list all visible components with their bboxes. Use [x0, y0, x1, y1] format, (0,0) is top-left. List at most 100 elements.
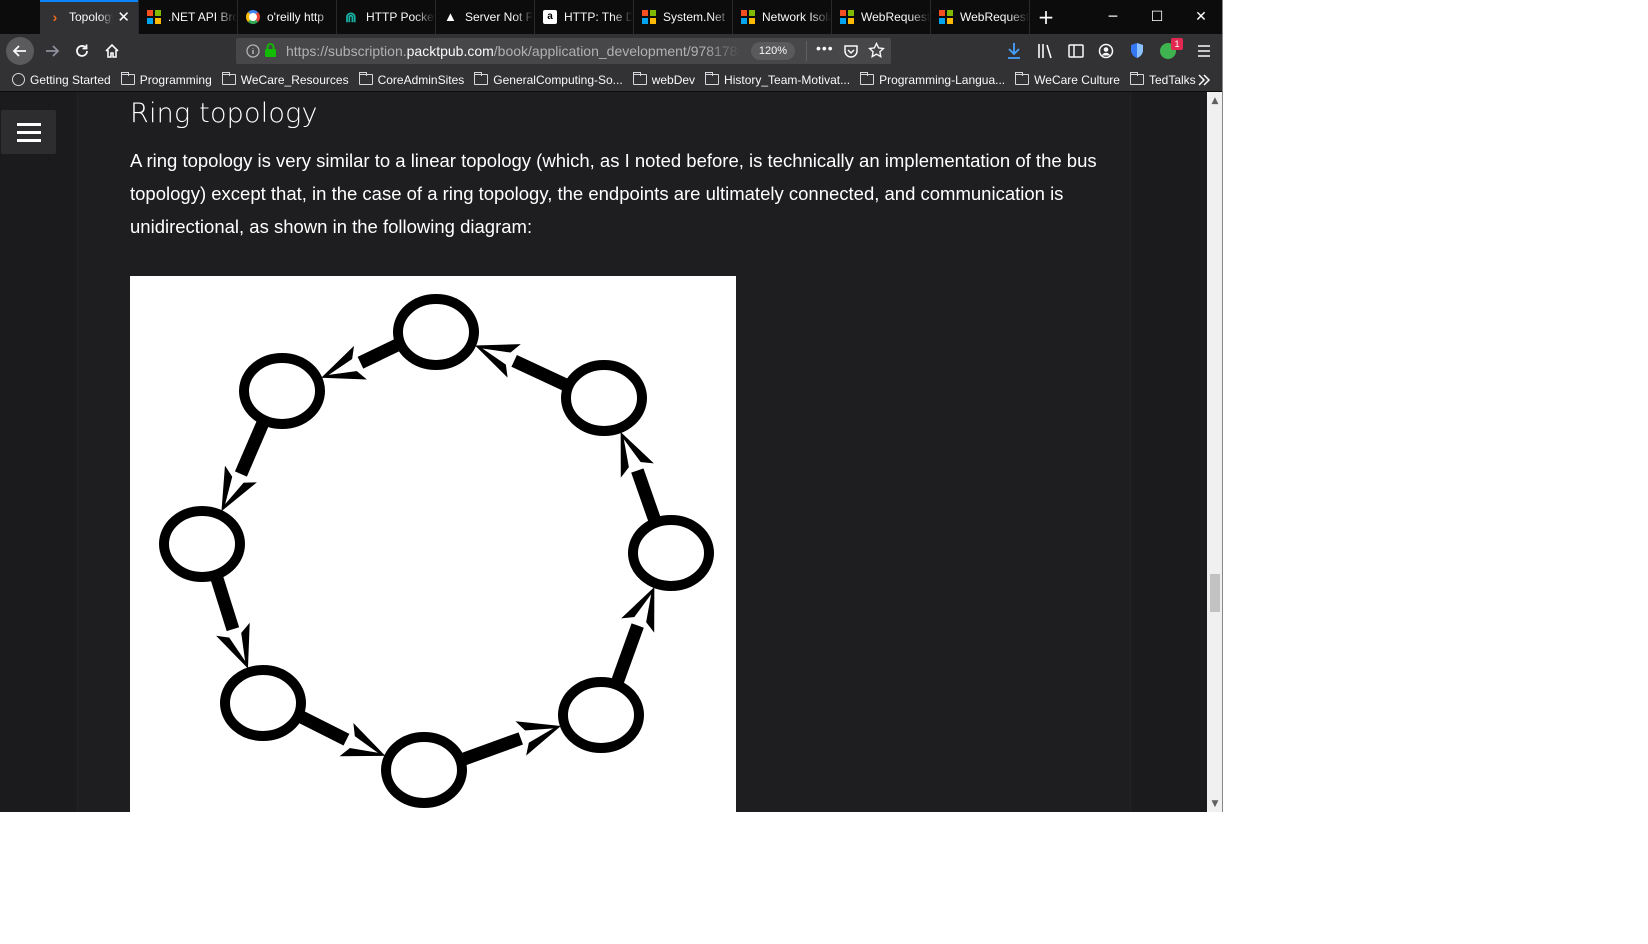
bookmark-folder-coreadminsites[interactable]: CoreAdminSites: [354, 68, 470, 92]
tab-oreilly-http[interactable]: o'reilly http: [238, 0, 337, 34]
ring-node: [393, 294, 479, 370]
sidebar-toggle-icon[interactable]: [1068, 43, 1084, 59]
ring-link-shaft: [511, 354, 568, 391]
close-window-button[interactable]: ✕: [1179, 0, 1222, 34]
tab-http-pocket[interactable]: ⋒ HTTP Pocket: [337, 0, 436, 34]
ring-node: [239, 353, 325, 429]
vertical-scrollbar[interactable]: ▲ ▼: [1207, 92, 1222, 812]
microsoft-icon: [642, 10, 656, 24]
bookmark-folder-tedtalks[interactable]: TedTalks: [1125, 68, 1201, 92]
download-icon[interactable]: [1006, 42, 1022, 60]
forward-arrow-icon: [46, 45, 60, 57]
bookmark-folder-wecare-resources[interactable]: WeCare_Resources: [217, 68, 354, 92]
tab-strip: › Topology ✕ .NET API Browser o'reilly h…: [0, 0, 1222, 34]
plus-icon: +: [1037, 5, 1055, 29]
tab-network-isolation[interactable]: Network Isolation: [733, 0, 832, 34]
right-rail: [1130, 92, 1207, 812]
ring-node: [561, 360, 647, 436]
folder-icon: [120, 72, 135, 85]
zoom-level-badge[interactable]: 120%: [751, 42, 795, 60]
folder-icon: [860, 72, 875, 85]
bookmark-label: TedTalks: [1148, 72, 1196, 87]
globe-icon: [12, 73, 25, 86]
bookmark-label: Programming: [139, 72, 212, 87]
navigation-toolbar: https://subscription.packtpub.com/book/a…: [0, 34, 1222, 68]
google-icon: [246, 10, 260, 24]
tab-system-net[interactable]: System.Net: [634, 0, 733, 34]
bookmark-folder-programming-languages[interactable]: Programming-Langua...: [855, 68, 1010, 92]
bookmark-star-icon[interactable]: [868, 42, 885, 59]
bookmark-label: GeneralComputing-So...: [493, 72, 623, 87]
tab-label: HTTP: The Definitive: [564, 10, 633, 24]
account-icon[interactable]: [1098, 43, 1114, 59]
ring-diagram-svg: [159, 294, 714, 808]
bookmark-folder-wecare-culture[interactable]: WeCare Culture: [1010, 68, 1125, 92]
back-button[interactable]: [6, 37, 34, 65]
tab-topology[interactable]: › Topology ✕: [40, 0, 139, 34]
ring-node: [159, 506, 245, 582]
ring-link-arrowhead: [321, 345, 367, 380]
home-icon: [105, 43, 119, 58]
folder-icon: [1129, 72, 1144, 85]
notification-badge: 1: [1171, 38, 1183, 50]
reload-icon: [76, 44, 88, 57]
library-icon[interactable]: [1037, 43, 1054, 59]
bookmark-folder-programming[interactable]: Programming: [116, 68, 217, 92]
new-tab-button[interactable]: +: [1030, 0, 1062, 34]
ring-link-shaft: [631, 468, 661, 522]
browser-window: › Topology ✕ .NET API Browser o'reilly h…: [0, 0, 1223, 812]
folder-icon: [632, 72, 647, 85]
lock-icon[interactable]: [264, 43, 277, 58]
menu-bar: [16, 122, 41, 126]
bookmarks-overflow-icon[interactable]: [1197, 74, 1211, 86]
scroll-thumb[interactable]: [1210, 574, 1220, 612]
info-icon[interactable]: [246, 44, 260, 58]
url-separator: [806, 41, 807, 61]
microsoft-icon: [840, 10, 854, 24]
bookmark-label: Programming-Langua...: [879, 72, 1006, 87]
forward-button[interactable]: [38, 37, 66, 65]
bookmark-folder-generalcomputing[interactable]: GeneralComputing-So...: [469, 68, 627, 92]
microsoft-icon: [741, 10, 755, 24]
page-content: Ring topology A ring topology is very si…: [0, 92, 1207, 812]
tab-webrequest-1[interactable]: WebRequest: [832, 0, 931, 34]
menu-bar: [16, 130, 41, 134]
tab-label: .NET API Browser: [168, 10, 237, 24]
bookmark-label: WeCare_Resources: [240, 72, 349, 87]
folder-icon: [1015, 72, 1030, 85]
bookmark-folder-history-team[interactable]: History_Team-Motivat...: [700, 68, 855, 92]
ring-node: [381, 732, 467, 808]
url-bar[interactable]: https://subscription.packtpub.com/book/a…: [236, 38, 891, 64]
page-actions-icon[interactable]: •••: [816, 40, 834, 56]
menu-toggle-button[interactable]: [1, 110, 56, 154]
url-prefix: https://subscription.: [286, 43, 407, 59]
tab-webrequest-2[interactable]: WebRequest: [931, 0, 1030, 34]
ring-link-shaft: [210, 576, 240, 632]
amazon-icon: a: [543, 10, 557, 24]
tab-http-definitive[interactable]: a HTTP: The Definitive: [535, 0, 634, 34]
section-title: Ring topology: [130, 98, 318, 129]
bookmark-folder-webdev[interactable]: webDev: [628, 68, 700, 92]
shield-extension-icon[interactable]: [1129, 42, 1145, 59]
ring-link-arrowhead: [216, 622, 250, 669]
scroll-up-arrow-icon[interactable]: ▲: [1207, 92, 1222, 109]
url-domain: packtpub.com: [406, 43, 494, 59]
close-tab-icon[interactable]: ✕: [117, 8, 130, 26]
reload-button[interactable]: [68, 37, 96, 65]
tab-server-not-found[interactable]: ▲ Server Not Found: [436, 0, 535, 34]
article: Ring topology A ring topology is very si…: [78, 92, 1130, 812]
hamburger-menu-icon[interactable]: [1197, 44, 1211, 58]
tab-net-api-browser[interactable]: .NET API Browser: [139, 0, 238, 34]
scroll-down-arrow-icon[interactable]: ▼: [1207, 795, 1222, 812]
url-text[interactable]: https://subscription.packtpub.com/book/a…: [286, 43, 741, 59]
home-button[interactable]: [98, 37, 126, 65]
pocket-save-icon[interactable]: [843, 43, 859, 59]
ring-node: [220, 665, 306, 741]
minimize-button[interactable]: ─: [1091, 0, 1135, 34]
bookmark-label: WeCare Culture: [1034, 72, 1120, 87]
tab-label: o'reilly http: [267, 10, 324, 24]
bookmark-getting-started[interactable]: Getting Started: [0, 68, 116, 92]
tab-label: WebRequest: [861, 10, 930, 24]
ring-topology-diagram: [130, 276, 736, 812]
maximize-button[interactable]: ☐: [1135, 0, 1179, 34]
